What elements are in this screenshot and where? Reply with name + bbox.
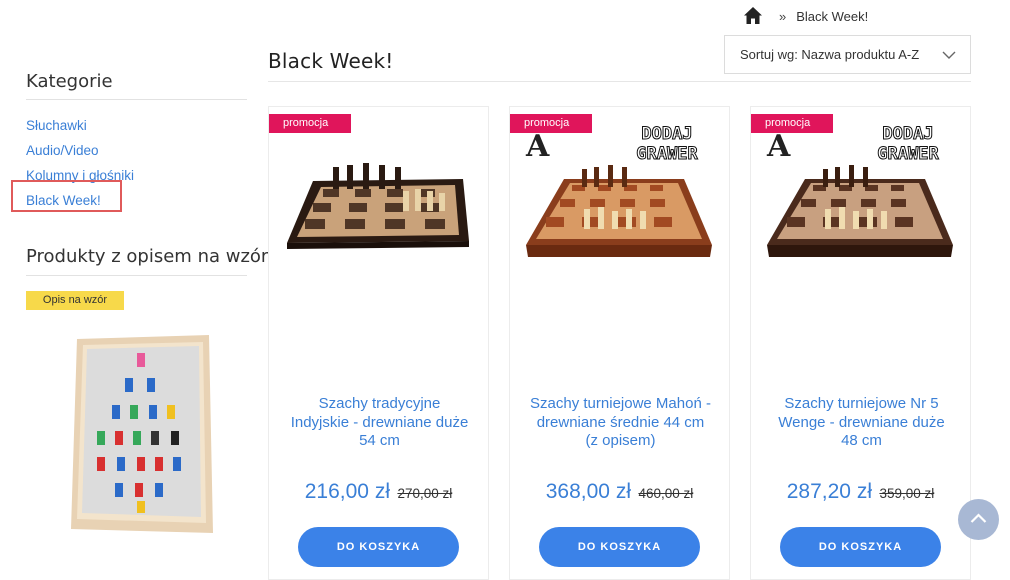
old-price: 460,00 zł <box>638 486 694 501</box>
engraving-logo-icon: A <box>526 129 550 164</box>
products-divider <box>26 275 247 276</box>
promo-badge: promocja <box>751 114 833 133</box>
old-price: 359,00 zł <box>879 486 935 501</box>
add-to-cart-button[interactable]: DO KOSZYKA <box>780 527 941 567</box>
engraving-label: DODAJ GRAWER <box>636 124 698 165</box>
category-link-audio-video[interactable]: Audio/Video <box>26 138 134 163</box>
title-divider <box>268 81 971 82</box>
product-name[interactable]: Szachy turniejowe Nr 5 Wenge - drewniane… <box>771 395 952 451</box>
price: 287,20 zł <box>786 480 872 503</box>
product-card[interactable]: promocja Szachy tradycyjne Indyjskie - d… <box>268 106 489 580</box>
price-block: 287,20 zł 359,00 zł <box>751 480 970 504</box>
price: 368,00 zł <box>545 480 631 503</box>
price: 216,00 zł <box>304 480 390 503</box>
product-image-frame[interactable] <box>67 333 215 540</box>
promo-badge: promocja <box>510 114 592 133</box>
description-tag[interactable]: Opis na wzór <box>26 291 124 310</box>
breadcrumb-separator: » <box>779 8 787 24</box>
price-block: 216,00 zł 270,00 zł <box>269 480 488 504</box>
breadcrumb: » Black Week! <box>743 6 868 26</box>
scroll-to-top-button[interactable] <box>958 499 999 540</box>
engraving-logo-icon: A <box>767 129 791 164</box>
sort-label: Sortuj wg: Nazwa produktu A-Z <box>740 47 920 62</box>
product-card[interactable]: promocja A DODAJ GRAWER Szachy turniejowe… <box>509 106 730 580</box>
product-image[interactable] <box>524 165 714 285</box>
sort-select[interactable]: Sortuj wg: Nazwa produktu A-Z <box>724 35 971 74</box>
add-to-cart-button[interactable]: DO KOSZYKA <box>298 527 459 567</box>
product-name[interactable]: Szachy tradycyjne Indyjskie - drewniane … <box>289 395 470 451</box>
engraving-label: DODAJ GRAWER <box>877 124 939 165</box>
chevron-down-icon <box>942 48 956 59</box>
breadcrumb-current: Black Week! <box>796 8 869 24</box>
product-card[interactable]: promocja A DODAJ GRAWER Szachy turniejowe… <box>750 106 971 580</box>
product-image[interactable] <box>283 159 473 284</box>
promo-badge: promocja <box>269 114 351 133</box>
home-icon[interactable] <box>743 6 765 26</box>
page-title: Black Week! <box>268 49 394 73</box>
categories-heading: Kategorie <box>26 71 113 92</box>
category-link-sluchawki[interactable]: Słuchawki <box>26 113 134 138</box>
product-name[interactable]: Szachy turniejowe Mahoń - drewniane śred… <box>530 395 711 451</box>
selection-highlight <box>11 180 122 212</box>
price-block: 368,00 zł 460,00 zł <box>510 480 729 504</box>
products-heading: Produkty z opisem na wzór <box>26 246 269 267</box>
chevron-up-icon <box>970 513 987 523</box>
add-to-cart-button[interactable]: DO KOSZYKA <box>539 527 700 567</box>
old-price: 270,00 zł <box>397 486 453 501</box>
categories-divider <box>26 99 247 100</box>
product-image[interactable] <box>765 165 955 285</box>
